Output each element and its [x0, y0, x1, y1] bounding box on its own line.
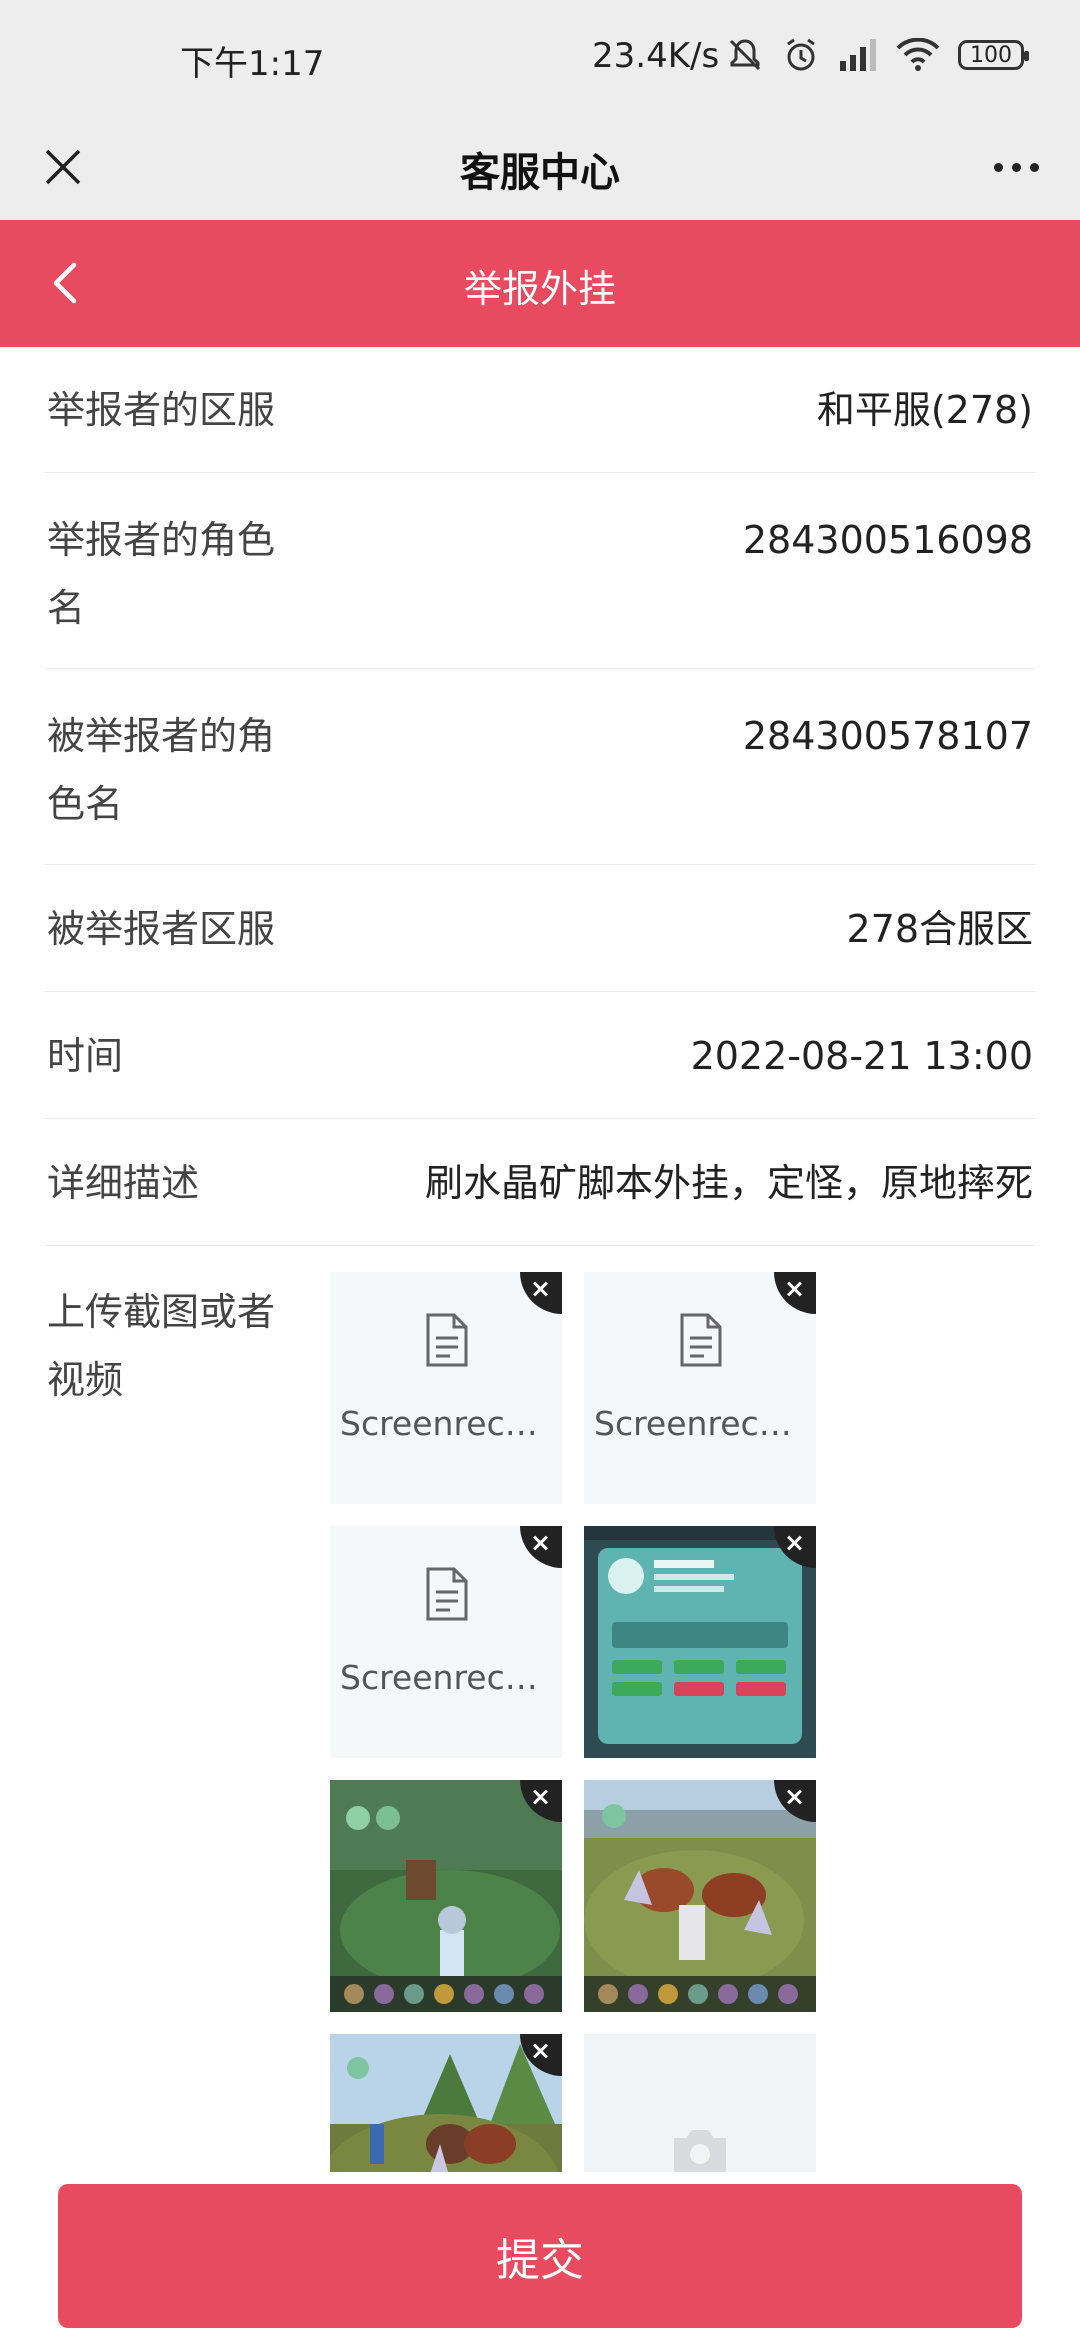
section-header: 举报外挂 [0, 220, 1080, 347]
status-time: 下午1:17 [180, 44, 325, 84]
row-label: 时间 [47, 1034, 124, 1078]
row-value: 2022-08-21 13:00 [690, 1034, 1033, 1078]
section-title: 举报外挂 [463, 267, 616, 311]
row-value: 和平服(278) [816, 388, 1033, 432]
document-icon [426, 1313, 468, 1367]
wifi-icon [896, 38, 940, 72]
form-row-reporter-role[interactable]: 举报者的角色名 284300516098 [45, 473, 1035, 669]
form-row-description[interactable]: 详细描述 刷水晶矿脚本外挂，定怪，原地摔死 [45, 1119, 1035, 1246]
alarm-icon [782, 36, 820, 74]
upload-image-tile[interactable] [584, 1780, 816, 2012]
row-label: 详细描述 [47, 1161, 200, 1205]
file-name: Screenreco... [340, 1658, 556, 1697]
row-label: 举报者的角色名 [47, 518, 276, 630]
game-screenshot-thumbnail [584, 1780, 816, 2012]
upload-file-tile[interactable]: Screenreco... [330, 1526, 562, 1758]
delete-icon[interactable] [520, 1526, 562, 1568]
row-label: 举报者的区服 [47, 388, 276, 432]
page-title: 客服中心 [460, 150, 620, 196]
signal-icon [838, 37, 878, 73]
delete-icon[interactable] [520, 1272, 562, 1314]
camera-icon [674, 2130, 726, 2172]
add-photo-button[interactable] [584, 2034, 816, 2172]
upload-grid: Screenreco... Screenreco... Screenreco..… [330, 1272, 830, 2172]
upload-image-tile[interactable] [330, 2034, 562, 2172]
upload-label: 上传截图或者视频 [47, 1290, 276, 1402]
row-value: 刷水晶矿脚本外挂，定怪，原地摔死 [424, 1161, 1033, 1205]
form-row-reporter-server[interactable]: 举报者的区服 和平服(278) [45, 347, 1035, 473]
status-bar: 下午1:17 23.4K/s 100 [0, 0, 1080, 118]
upload-image-tile[interactable] [330, 1780, 562, 2012]
form-row-reported-role[interactable]: 被举报者的角色名 284300578107 [45, 669, 1035, 865]
row-label: 被举报者的角色名 [47, 714, 276, 826]
more-dot-icon [993, 162, 1003, 172]
row-value: 278合服区 [846, 907, 1033, 951]
delete-icon[interactable] [774, 1272, 816, 1314]
upload-file-tile[interactable]: Screenreco... [330, 1272, 562, 1504]
title-bar: 客服中心 [0, 118, 1080, 220]
game-screenshot-thumbnail [330, 1780, 562, 2012]
form-row-time[interactable]: 时间 2022-08-21 13:00 [45, 992, 1035, 1119]
row-label: 被举报者区服 [47, 907, 276, 951]
mute-icon [726, 36, 764, 74]
form-row-reported-server[interactable]: 被举报者区服 278合服区 [45, 865, 1035, 992]
network-speed: 23.4K/s [592, 36, 720, 76]
document-icon [680, 1313, 722, 1367]
file-name: Screenreco... [340, 1404, 556, 1443]
submit-button[interactable]: 提交 [58, 2184, 1022, 2328]
more-dot-icon [1011, 162, 1021, 172]
row-value: 284300516098 [742, 518, 1033, 562]
more-button[interactable] [976, 132, 1056, 202]
upload-file-tile[interactable]: Screenreco... [584, 1272, 816, 1504]
document-icon [426, 1567, 468, 1621]
battery-icon: 100 [958, 40, 1029, 70]
game-screenshot-thumbnail [584, 1526, 816, 1758]
file-name: Screenreco... [594, 1404, 810, 1443]
upload-image-tile[interactable] [584, 1526, 816, 1758]
row-value: 284300578107 [742, 714, 1033, 758]
status-icons: 100 [726, 30, 1029, 80]
more-dot-icon [1029, 162, 1039, 172]
